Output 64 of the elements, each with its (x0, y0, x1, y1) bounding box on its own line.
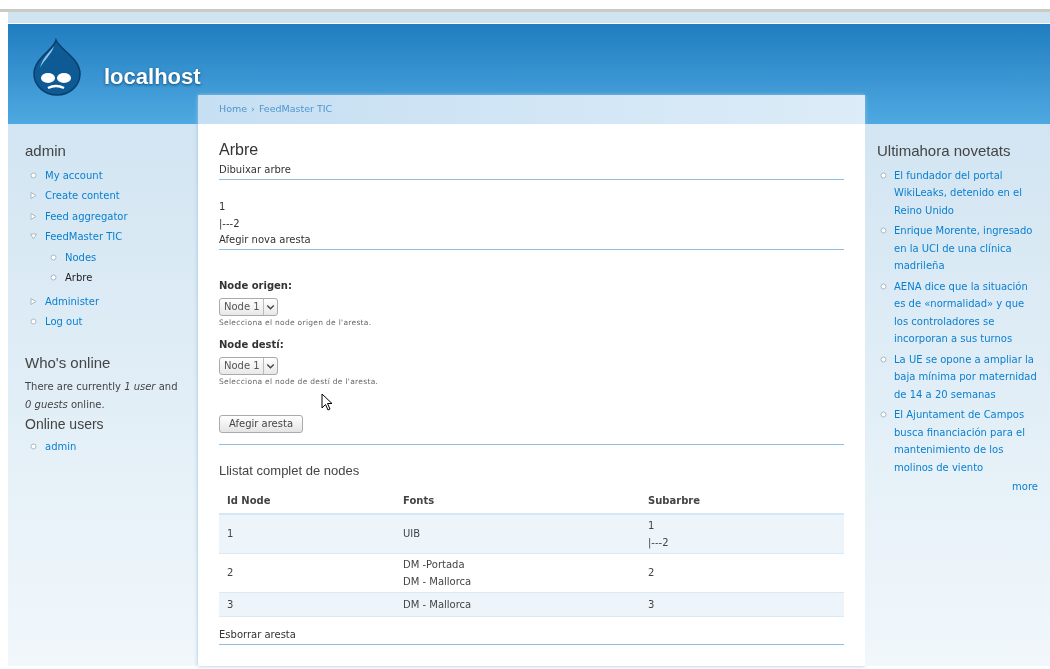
breadcrumb-separator: › (251, 102, 255, 117)
select-field[interactable]: Node 1 (219, 297, 278, 316)
tree-line: 1 (219, 200, 227, 214)
news-link[interactable]: Enrique Morente, ingresado en la UCI de una clínica madrileña (894, 222, 1038, 275)
block-title: Who's online (25, 352, 112, 373)
bullet-icon (880, 282, 887, 290)
column-header: Fonts (395, 492, 640, 514)
mouse-cursor-icon (321, 393, 333, 411)
chevron-down-icon (262, 357, 277, 374)
table-cell: 1 (219, 513, 395, 553)
triangle-down-icon (30, 233, 37, 240)
menu-link[interactable]: Administer (45, 292, 100, 310)
menu-link[interactable]: Arbre (65, 269, 93, 286)
section-heading: Dibuixar arbre (219, 162, 844, 180)
table-cell: 2 (640, 553, 844, 592)
online-status-text: There are currently 1 user and 0 guests online. (25, 380, 178, 412)
bullet-icon (880, 171, 887, 179)
column-header: Id Node (219, 492, 395, 514)
triangle-right-icon (30, 212, 37, 220)
field-label: Node origen: (219, 279, 293, 293)
menu-link[interactable]: Nodes (65, 248, 97, 266)
online-users-heading: Online users (25, 415, 105, 434)
more-link[interactable]: more (1012, 479, 1038, 494)
menu-link[interactable]: Feed aggregator (45, 207, 128, 225)
submit-button[interactable]: Afegir aresta (219, 415, 303, 433)
bullet-icon (880, 411, 887, 418)
triangle-right-icon (30, 192, 37, 199)
site-name[interactable]: localhost (104, 60, 201, 93)
bullet-icon (30, 318, 37, 325)
section-heading: Llistat complet de nodes (219, 462, 361, 480)
bullet-icon (30, 443, 37, 450)
section-heading: Afegir nova aresta (219, 232, 844, 250)
triangle-right-icon (30, 297, 37, 305)
section-heading: Esborrar aresta (219, 626, 844, 645)
bullet-icon (30, 171, 37, 179)
breadcrumb-link[interactable]: FeedMaster TIC (258, 102, 333, 117)
tree-line: |---2 (219, 217, 241, 232)
user-link[interactable]: admin (45, 438, 77, 455)
breadcrumb-link[interactable]: Home (219, 102, 248, 117)
bullet-icon (880, 355, 887, 363)
column-header: Subarbre (640, 492, 844, 514)
table-cell: 3 (640, 592, 844, 616)
field-label: Node destí: (219, 338, 285, 352)
menu-link[interactable]: Create content (45, 187, 120, 204)
table-cell: 3 (219, 592, 395, 616)
table-cell: DM -Portada DM - Mallorca (395, 553, 640, 592)
menu-link[interactable]: My account (45, 166, 103, 184)
table-cell: DM - Mallorca (395, 592, 640, 616)
select-field[interactable]: Node 1 (219, 356, 278, 375)
table-cell: 1 |---2 (640, 513, 844, 553)
news-link[interactable]: AENA dice que la situación es de «normalidad» y que los controladores se incorporan a sus turnos (894, 277, 1038, 348)
page-title: Arbre (219, 141, 260, 159)
bullet-icon (50, 274, 57, 281)
block-title: admin (25, 141, 67, 161)
menu-link[interactable]: FeedMaster TIC (45, 228, 123, 245)
table-cell: UIB (395, 513, 640, 553)
bullet-icon (880, 227, 887, 234)
chevron-down-icon (262, 298, 277, 315)
table-cell: 2 (219, 553, 395, 592)
bullet-icon (50, 253, 57, 261)
news-link[interactable]: El fundador del portal WikiLeaks, detenido en el Reino Unido (894, 166, 1038, 219)
menu-link[interactable]: Log out (45, 313, 83, 330)
block-title: Ultimahora novetats (877, 141, 1012, 161)
news-link[interactable]: La UE se opone a ampliar la baja mínima por maternidad de 14 a 20 semanas (894, 350, 1038, 403)
